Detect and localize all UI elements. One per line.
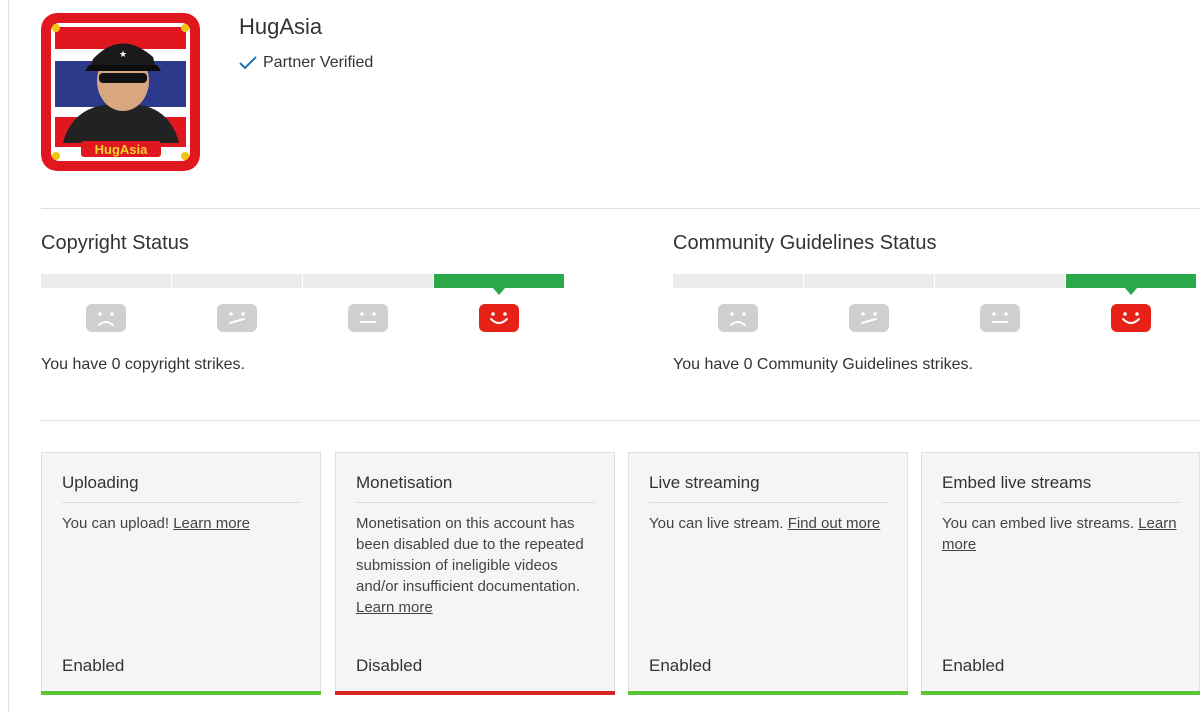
neutral-face-icon (348, 304, 388, 332)
card-text: You can upload! (62, 515, 174, 532)
card-title: Embed live streams (942, 473, 1181, 503)
status-stripe (335, 691, 615, 695)
community-status-title: Community Guidelines Status (673, 232, 937, 254)
feature-card-embed-live-streams: Embed live streams You can embed live st… (921, 452, 1200, 695)
card-text: You can live stream. (649, 515, 788, 532)
checkmark-icon (239, 56, 257, 70)
skeptical-face-icon (217, 304, 257, 332)
strike-meter-segment (172, 274, 302, 288)
strike-meter-segment (1066, 274, 1196, 288)
status-stripe (921, 691, 1200, 695)
card-text: Monetisation on this account has been di… (356, 515, 584, 595)
copyright-status-section: Copyright Status You have 0 copyright st… (41, 232, 565, 373)
sad-face-icon (86, 304, 126, 332)
svg-text:★: ★ (119, 49, 127, 59)
card-description: You can live stream. Find out more (649, 513, 889, 534)
learn-more-link[interactable]: Learn more (356, 599, 433, 616)
card-title: Monetisation (356, 473, 595, 503)
strike-meter-segment (41, 274, 171, 288)
skeptical-face-icon (849, 304, 889, 332)
find-out-more-link[interactable]: Find out more (788, 515, 881, 532)
feature-card-monetisation: Monetisation Monetisation on this accoun… (335, 452, 615, 695)
card-status: Enabled (942, 656, 1005, 675)
channel-avatar-image: ★ HugAsia (41, 13, 200, 171)
feature-card-live-streaming: Live streaming You can live stream. Find… (628, 452, 908, 695)
card-status: Disabled (356, 656, 423, 675)
status-stripe (628, 691, 908, 695)
channel-avatar[interactable]: ★ HugAsia (41, 13, 200, 171)
community-strikes-message: You have 0 Community Guidelines strikes. (673, 356, 973, 373)
strike-meter-segment (303, 274, 433, 288)
card-title: Live streaming (649, 473, 888, 503)
card-description: You can embed live streams. Learn more (942, 513, 1182, 555)
strike-meter-segment (935, 274, 1065, 288)
card-title: Uploading (62, 473, 301, 503)
copyright-status-title: Copyright Status (41, 232, 189, 254)
neutral-face-icon (980, 304, 1020, 332)
copyright-strike-meter (41, 274, 565, 295)
strike-meter-segment (673, 274, 803, 288)
sad-face-icon (718, 304, 758, 332)
card-description: Monetisation on this account has been di… (356, 513, 596, 618)
community-strike-meter (673, 274, 1197, 295)
status-stripe (41, 691, 321, 695)
feature-card-uploading: Uploading You can upload! Learn more Ena… (41, 452, 321, 695)
left-border (8, 0, 9, 713)
community-status-section: Community Guidelines Status You have 0 C… (673, 232, 1197, 373)
card-text: You can embed live streams. (942, 515, 1139, 532)
card-description: You can upload! Learn more (62, 513, 302, 534)
happy-face-icon (479, 304, 519, 332)
strike-meter-segment (804, 274, 934, 288)
card-status: Enabled (62, 656, 125, 675)
divider (41, 208, 1200, 209)
strike-meter-segment (434, 274, 564, 288)
copyright-strikes-message: You have 0 copyright strikes. (41, 356, 245, 373)
verified-badge: Partner Verified (239, 54, 373, 72)
happy-face-icon (1111, 304, 1151, 332)
thumbnail-label: HugAsia (95, 142, 149, 157)
verified-label: Partner Verified (263, 54, 374, 71)
card-status: Enabled (649, 656, 712, 675)
learn-more-link[interactable]: Learn more (173, 515, 250, 532)
channel-name: HugAsia (239, 14, 323, 39)
divider (41, 420, 1200, 421)
meter-pointer (1125, 288, 1137, 295)
meter-pointer (493, 288, 505, 295)
